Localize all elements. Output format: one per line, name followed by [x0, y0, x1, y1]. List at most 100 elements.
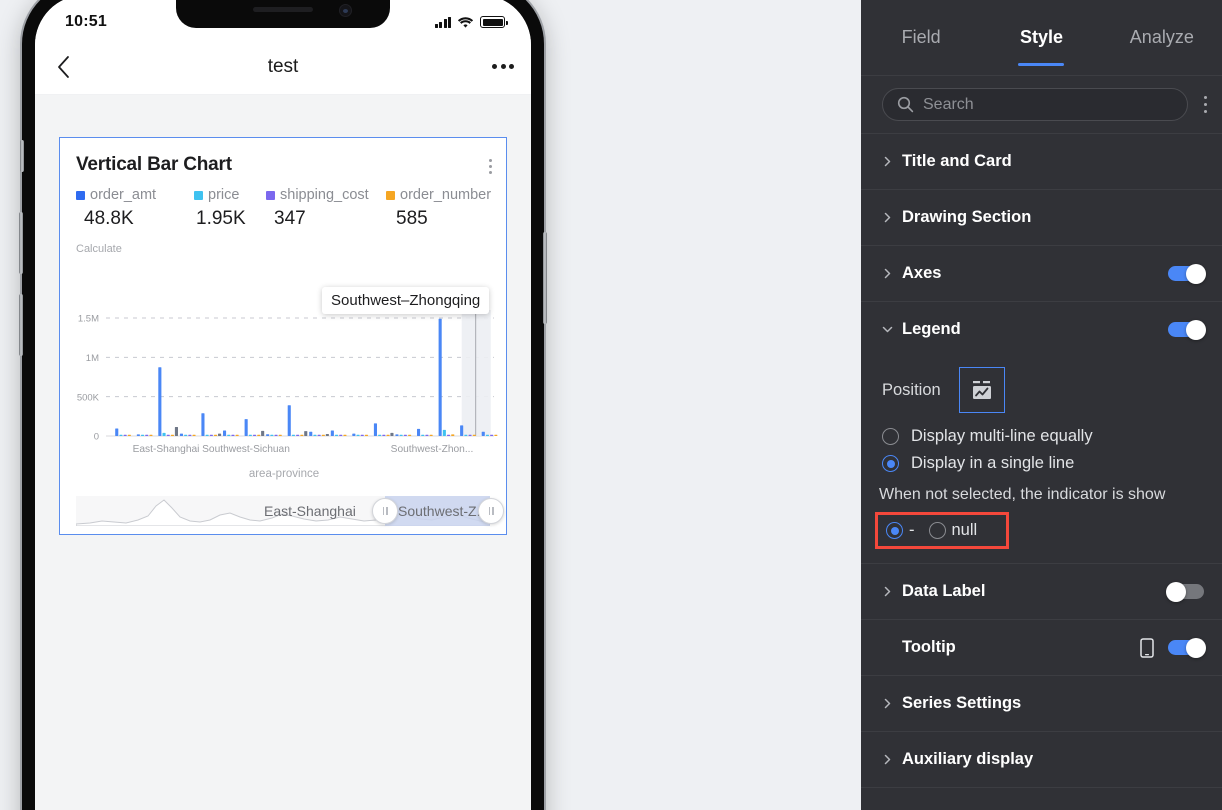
- toggle-tooltip[interactable]: [1168, 637, 1206, 658]
- chart-bar[interactable]: [451, 434, 455, 436]
- chart-bar[interactable]: [127, 434, 131, 436]
- chart-bar[interactable]: [395, 434, 399, 436]
- chart-bar[interactable]: [274, 434, 278, 436]
- chart-bar[interactable]: [201, 413, 205, 436]
- chart-bar[interactable]: [373, 423, 377, 436]
- chart-bar[interactable]: [343, 434, 347, 436]
- chart-bar[interactable]: [218, 433, 222, 436]
- chart-bar[interactable]: [227, 434, 231, 436]
- chart-bar[interactable]: [123, 434, 127, 436]
- chart-bar[interactable]: [360, 434, 364, 436]
- chart-bar[interactable]: [244, 419, 248, 436]
- chart-bar[interactable]: [158, 367, 162, 436]
- chart-bar[interactable]: [253, 434, 257, 436]
- chart-bar[interactable]: [278, 434, 282, 436]
- chart-bar[interactable]: [429, 434, 433, 436]
- bar-chart-plot[interactable]: 0 500K 1M 1.5M East-Shanghai Southwest-Sichua…: [60, 287, 506, 460]
- back-chevron-icon[interactable]: [35, 55, 91, 79]
- chart-bar[interactable]: [145, 434, 149, 436]
- chart-bar[interactable]: [321, 434, 325, 436]
- section-header-legend[interactable]: Legend: [861, 302, 1222, 357]
- chart-bar[interactable]: [304, 431, 308, 436]
- legend-option-multi-line[interactable]: Display multi-line equally: [861, 423, 1222, 450]
- chart-bar[interactable]: [325, 434, 329, 436]
- legend-position-top-icon[interactable]: [958, 367, 1005, 413]
- chart-bar[interactable]: [231, 434, 235, 436]
- chart-bar[interactable]: [490, 434, 494, 436]
- more-horizontal-icon[interactable]: [475, 64, 531, 69]
- chart-bar[interactable]: [214, 434, 218, 436]
- chart-bar[interactable]: [261, 430, 265, 436]
- chart-bar[interactable]: [174, 427, 178, 436]
- chart-bar[interactable]: [266, 434, 270, 436]
- chart-bar[interactable]: [421, 434, 425, 436]
- chart-bar[interactable]: [313, 434, 317, 436]
- chart-bar[interactable]: [481, 431, 485, 436]
- chart-bar[interactable]: [287, 405, 291, 436]
- chart-bar[interactable]: [149, 434, 153, 436]
- chart-bar[interactable]: [235, 434, 239, 436]
- chart-bar[interactable]: [162, 432, 166, 436]
- chart-bar[interactable]: [352, 433, 356, 436]
- metric-legend-item[interactable]: order_number: [386, 187, 491, 203]
- chart-bar[interactable]: [257, 434, 261, 436]
- data-zoom-handle-right[interactable]: [478, 498, 504, 524]
- chart-bar[interactable]: [184, 434, 188, 436]
- section-header-series-settings[interactable]: Series Settings: [861, 676, 1222, 731]
- chart-bar[interactable]: [364, 434, 368, 436]
- chart-bar[interactable]: [209, 434, 213, 436]
- chart-bar[interactable]: [390, 432, 394, 436]
- chart-bar[interactable]: [468, 434, 472, 436]
- chart-bar[interactable]: [205, 434, 209, 436]
- toggle-axes[interactable]: [1168, 263, 1206, 284]
- panel-more-icon[interactable]: [1200, 90, 1212, 120]
- chart-bar[interactable]: [460, 425, 464, 436]
- section-header-data-label[interactable]: Data Label: [861, 564, 1222, 619]
- chart-bar[interactable]: [136, 434, 140, 436]
- mobile-device-icon[interactable]: [1140, 637, 1154, 658]
- chart-bar[interactable]: [382, 434, 386, 436]
- chart-bar[interactable]: [442, 429, 446, 436]
- chart-bar[interactable]: [386, 434, 390, 436]
- tab-analyze[interactable]: Analyze: [1102, 0, 1222, 75]
- section-header-drawing-section[interactable]: Drawing Section: [861, 190, 1222, 245]
- chart-bar[interactable]: [309, 431, 313, 436]
- chart-bar[interactable]: [339, 434, 343, 436]
- chart-bar[interactable]: [170, 434, 174, 436]
- chart-bar[interactable]: [188, 434, 192, 436]
- data-zoom-handle-left[interactable]: [372, 498, 398, 524]
- chart-bar[interactable]: [356, 434, 360, 436]
- chart-bar[interactable]: [300, 434, 304, 436]
- section-header-axes[interactable]: Axes: [861, 246, 1222, 301]
- chart-bar[interactable]: [317, 434, 321, 436]
- chart-bar[interactable]: [115, 428, 119, 437]
- chart-bar[interactable]: [485, 434, 489, 436]
- metric-legend-item[interactable]: shipping_cost: [266, 187, 369, 203]
- chart-bar[interactable]: [330, 430, 334, 437]
- section-header-title-and-card[interactable]: Title and Card: [861, 134, 1222, 189]
- chart-bar[interactable]: [296, 434, 300, 436]
- chart-card[interactable]: Vertical Bar Chart order_amt price shippin…: [59, 137, 507, 535]
- section-header-auxiliary-display[interactable]: Auxiliary display: [861, 732, 1222, 787]
- chart-bar[interactable]: [438, 318, 442, 436]
- chart-bar[interactable]: [399, 434, 403, 436]
- section-header-tooltip[interactable]: Tooltip: [861, 620, 1222, 675]
- search-input[interactable]: Search: [882, 88, 1188, 121]
- chart-bar[interactable]: [223, 430, 227, 437]
- chart-bar[interactable]: [472, 434, 476, 436]
- tab-field[interactable]: Field: [861, 0, 981, 75]
- data-zoom-slider[interactable]: East-Shanghai Southwest-Z...: [76, 496, 504, 526]
- metric-legend-item[interactable]: price: [194, 187, 239, 203]
- metric-legend-item[interactable]: order_amt: [76, 187, 156, 203]
- chart-bar[interactable]: [291, 434, 295, 436]
- chart-bar[interactable]: [248, 434, 252, 436]
- chart-bar[interactable]: [179, 433, 183, 436]
- chart-bar[interactable]: [335, 434, 339, 436]
- chart-bar[interactable]: [270, 434, 274, 436]
- chart-bar[interactable]: [119, 434, 123, 436]
- chart-bar[interactable]: [378, 434, 382, 436]
- chart-bar[interactable]: [403, 434, 407, 436]
- chart-bar[interactable]: [447, 434, 451, 436]
- chart-bar[interactable]: [192, 434, 196, 436]
- radio-icon-dash[interactable]: [886, 522, 903, 539]
